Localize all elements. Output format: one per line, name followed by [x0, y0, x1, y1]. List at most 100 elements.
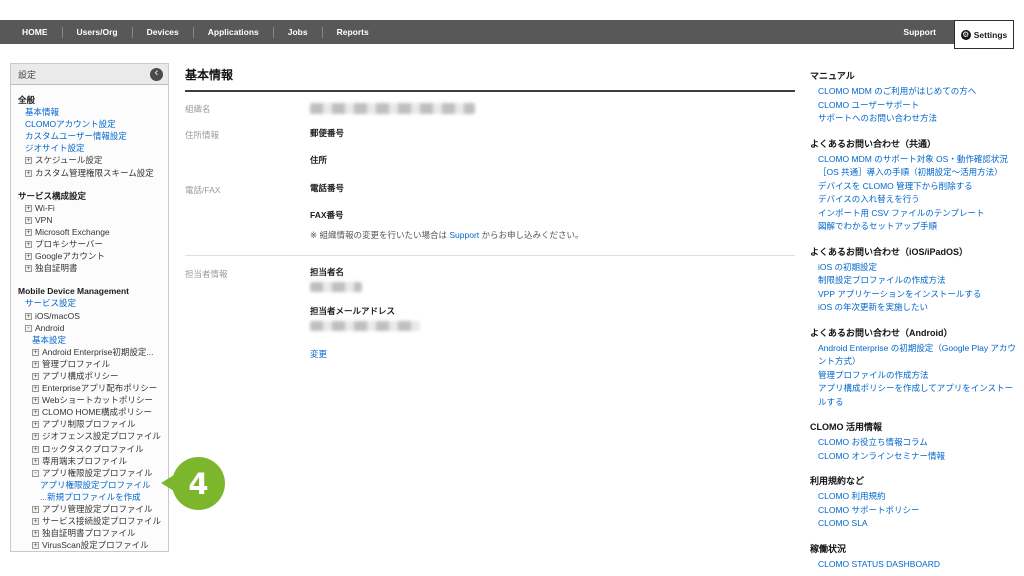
tree-expand-icon[interactable]: + — [25, 241, 32, 249]
help-link[interactable]: CLOMO MDM のご利用がはじめての方へ — [810, 85, 1018, 99]
help-link[interactable]: インポート用 CSV ファイルのテンプレート — [810, 207, 1018, 221]
sidebar-item[interactable]: + 独自証明書プロファイル — [18, 527, 165, 539]
tree-expand-icon[interactable]: + — [32, 360, 39, 368]
sidebar-item[interactable]: + ロックタスクプロファイル — [18, 443, 165, 455]
help-link[interactable]: CLOMO STATUS DASHBOARD — [810, 558, 1018, 572]
tree-expand-icon[interactable]: + — [25, 216, 32, 224]
sidebar-item-label: 独自証明書 — [35, 263, 78, 274]
sidebar-item[interactable]: + VirusScan設定プロファイル — [18, 539, 165, 551]
help-link[interactable]: 管理プロファイルの作成方法 — [810, 369, 1018, 383]
nav-item-home[interactable]: HOME — [8, 27, 62, 37]
tree-expand-icon[interactable]: + — [25, 312, 32, 320]
help-section: よくあるお問い合わせ（共通） CLOMO MDM のサポート対象 OS・動作確認状… — [810, 137, 1018, 234]
sidebar-item[interactable]: + Android Enterprise初期設定... — [18, 346, 165, 358]
help-link[interactable]: CLOMO MDM のサポート対象 OS・動作確認状況 — [810, 153, 1018, 167]
sidebar-item[interactable]: + iOS/macOS — [18, 310, 165, 322]
help-link[interactable]: CLOMO お役立ち情報コラム — [810, 436, 1018, 450]
tree-expand-icon[interactable]: + — [32, 506, 39, 513]
nav-item-support[interactable]: Support — [885, 27, 954, 37]
tree-expand-icon[interactable]: + — [32, 421, 39, 429]
sidebar-item[interactable]: + ジオフェンス設定プロファイル — [18, 430, 165, 442]
help-link[interactable]: CLOMO サポートポリシー — [810, 504, 1018, 518]
tree-expand-icon[interactable]: + — [25, 253, 32, 261]
tree-expand-icon[interactable]: + — [32, 409, 39, 417]
sidebar-item[interactable]: + カスタム管理権限スキーム設定 — [18, 167, 165, 179]
tree-expand-icon[interactable]: + — [32, 372, 39, 380]
help-link[interactable]: アプリ構成ポリシーを作成してアプリをインストールする — [810, 382, 1018, 409]
sidebar-item-label: サービス構成設定 — [18, 190, 87, 201]
sidebar-item[interactable]: + Webショートカットポリシー — [18, 394, 165, 406]
help-link[interactable]: VPP アプリケーションをインストールする — [810, 288, 1018, 302]
sidebar-item[interactable]: + Microsoft Exchange — [18, 226, 165, 238]
collapse-sidebar-button[interactable]: ‹ — [150, 67, 163, 81]
tree-expand-icon[interactable]: + — [25, 169, 32, 177]
tree-expand-icon[interactable]: + — [25, 265, 32, 273]
sidebar-item[interactable]: + プロキシサーバー — [18, 238, 165, 250]
support-link[interactable]: Support — [449, 230, 479, 240]
tree-expand-icon[interactable]: + — [32, 348, 39, 356]
sidebar-item-label: ジオフェンス設定プロファイル — [42, 431, 161, 442]
nav-item-users-org[interactable]: Users/Org — [63, 27, 132, 37]
sidebar-item[interactable]: + CLOMO HOME構成ポリシー — [18, 406, 165, 418]
change-link[interactable]: 変更 — [310, 348, 327, 360]
tab-settings[interactable]: ⚙ Settings — [954, 20, 1014, 49]
help-link[interactable]: CLOMO SLA — [810, 517, 1018, 531]
sidebar-item[interactable]: + Googleアカウント — [18, 250, 165, 262]
help-link[interactable]: CLOMO 利用規約 — [810, 490, 1018, 504]
tree-collapse-icon[interactable]: - — [32, 469, 39, 477]
sidebar-item[interactable]: + VPN — [18, 214, 165, 226]
tree-expand-icon[interactable]: + — [25, 204, 32, 212]
sidebar-item[interactable]: カスタムユーザー情報設定 — [18, 130, 165, 142]
help-link[interactable]: iOS の年次更新を実施したい — [810, 301, 1018, 315]
sidebar-item[interactable]: + 独自証明書 — [18, 262, 165, 274]
sidebar-item[interactable]: + 管理プロファイル — [18, 358, 165, 370]
help-link[interactable]: デバイスの入れ替えを行う — [810, 193, 1018, 207]
tree-expand-icon[interactable]: + — [32, 542, 39, 550]
help-link[interactable]: 制限設定プロファイルの作成方法 — [810, 274, 1018, 288]
sidebar-item[interactable]: + アプリ管理設定プロファイル — [18, 503, 165, 515]
sidebar-item[interactable]: + Wi-Fi — [18, 202, 165, 214]
nav-item-jobs[interactable]: Jobs — [274, 27, 322, 37]
help-link[interactable]: ［OS 共通］導入の手順（初期設定～活用方法） — [810, 166, 1018, 180]
help-link[interactable]: Android Enterprise の初期設定（Google Play アカウ… — [810, 342, 1018, 369]
help-link[interactable]: 図解でわかるセットアップ手順 — [810, 220, 1018, 234]
nav-item-applications[interactable]: Applications — [194, 27, 273, 37]
sidebar-item[interactable]: ...新規プロファイルを作成 — [18, 491, 165, 503]
sidebar-item[interactable]: CLOMOアカウント設定 — [18, 118, 165, 130]
sidebar-item[interactable]: 基本設定 — [18, 334, 165, 346]
sidebar-item[interactable]: - Android — [18, 322, 165, 334]
sidebar-item[interactable]: アプリ権限設定プロファイル — [18, 479, 165, 491]
sidebar-item[interactable]: ジオサイト設定 — [18, 142, 165, 154]
tree-expand-icon[interactable]: + — [32, 530, 39, 538]
top-nav: HOME Users/Org Devices Applications Jobs Repo… — [0, 20, 1014, 49]
sidebar-item[interactable]: + アプリ制限プロファイル — [18, 418, 165, 430]
sidebar-item-label: Microsoft Exchange — [35, 226, 110, 237]
help-link[interactable]: サポートへのお問い合わせ方法 — [810, 112, 1018, 126]
help-link[interactable]: デバイスを CLOMO 管理下から削除する — [810, 180, 1018, 194]
tree-expand-icon[interactable]: + — [32, 445, 39, 453]
gear-icon: ⚙ — [960, 29, 971, 40]
sidebar-item[interactable]: 基本情報 — [18, 106, 165, 118]
tree-expand-icon[interactable]: + — [32, 433, 39, 441]
sidebar-item[interactable]: + 専用端末プロファイル — [18, 455, 165, 467]
sidebar-item[interactable]: - アプリ権限設定プロファイル — [18, 467, 165, 479]
help-link[interactable]: CLOMO オンラインセミナー情報 — [810, 450, 1018, 464]
sidebar-item[interactable]: サービス設定 — [18, 297, 165, 309]
tree-expand-icon[interactable]: + — [32, 457, 39, 465]
tree-expand-icon[interactable]: + — [32, 397, 39, 405]
nav-item-devices[interactable]: Devices — [133, 27, 193, 37]
tree-expand-icon[interactable]: + — [32, 385, 39, 393]
sidebar-item[interactable]: + アプリ構成ポリシー — [18, 370, 165, 382]
help-link[interactable]: iOS の初期設定 — [810, 261, 1018, 275]
tree-collapse-icon[interactable]: - — [25, 324, 32, 332]
settings-sidebar: 設定 ‹ 全般 基本情報 CLOMOアカウント設定 カスタムユーザー情報設定 ジオサイト… — [10, 63, 169, 552]
tree-expand-icon[interactable]: + — [25, 228, 32, 236]
sidebar-item[interactable]: + スケジュール設定 — [18, 154, 165, 166]
tree-expand-icon[interactable]: + — [25, 157, 32, 165]
sidebar-item[interactable]: + Enterpriseアプリ配布ポリシー — [18, 382, 165, 394]
help-link[interactable]: CLOMO ユーザーサポート — [810, 99, 1018, 113]
nav-item-reports[interactable]: Reports — [323, 27, 383, 37]
sidebar-item[interactable]: + サービス接続設定プロファイル — [18, 515, 165, 527]
nav-right: Support ⚙ Settings — [885, 20, 1014, 49]
tree-expand-icon[interactable]: + — [32, 518, 39, 526]
